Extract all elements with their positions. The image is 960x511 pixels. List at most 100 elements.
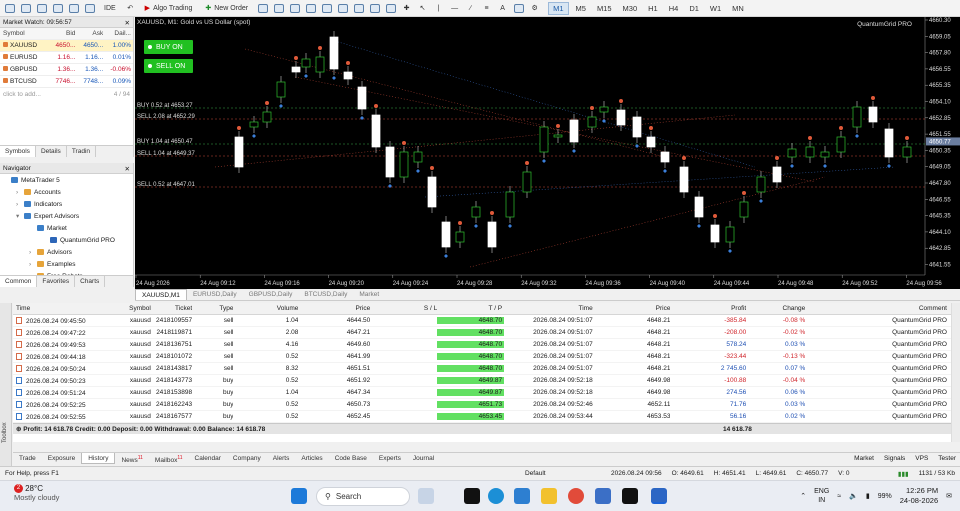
table-row[interactable]: 2026.08.24 09:44:18 xauusd 2418101072 sell 0… <box>13 351 951 363</box>
column-header[interactable]: Symbol <box>109 305 151 312</box>
vertical-line-icon[interactable]: | <box>432 2 445 15</box>
new-order-button[interactable]: ✚ New Order <box>200 2 253 15</box>
task-view-icon[interactable] <box>464 488 480 504</box>
column-header[interactable]: Time <box>13 305 109 312</box>
column-header[interactable]: Time <box>504 305 593 312</box>
timeframe-m1[interactable]: M1 <box>548 1 569 15</box>
timeframe-h4[interactable]: H4 <box>665 2 683 15</box>
toolbox-tab[interactable]: Calendar <box>189 453 227 464</box>
table-row[interactable]: 2026.08.24 09:47:22 xauusd 2418119871 sell 2… <box>13 327 951 339</box>
navigator-item[interactable]: › Indicators <box>0 198 133 210</box>
toolbox-right-link[interactable]: VPS <box>915 455 928 462</box>
navigator-item[interactable]: › Examples <box>0 258 133 270</box>
profiles-icon[interactable] <box>19 2 32 15</box>
table-row[interactable]: 2026.08.24 09:51:24 xauusd 2418153898 buy 1.… <box>13 387 951 399</box>
metatrader-icon[interactable] <box>651 488 667 504</box>
chart-tab[interactable]: BTCUSD,Daily <box>298 289 353 300</box>
trend-line-icon[interactable]: ∕ <box>464 2 477 15</box>
search-box[interactable]: ⚲ Search <box>316 487 410 506</box>
table-scrollbar[interactable] <box>951 303 960 442</box>
col-daily[interactable]: Dail... <box>103 30 133 37</box>
navigator-item[interactable]: › Accounts <box>0 186 133 198</box>
column-header[interactable]: T / P <box>437 305 504 312</box>
market-watch-row[interactable]: GBPUSD 1.36... 1.36... -0.06% <box>0 64 133 76</box>
new-chart-icon[interactable] <box>3 2 16 15</box>
timeframe-m30[interactable]: M30 <box>619 2 642 15</box>
start-icon[interactable] <box>291 488 307 504</box>
timeframe-w1[interactable]: W1 <box>706 2 725 15</box>
chart-tab[interactable]: GBPUSD,Daily <box>243 289 299 300</box>
tab-symbols[interactable]: Symbols <box>0 146 36 157</box>
undo-icon[interactable]: ↶ <box>124 2 137 15</box>
shapes-icon[interactable] <box>512 2 525 15</box>
battery-icon[interactable]: ▮ <box>866 492 870 500</box>
cursor-icon[interactable]: ↖ <box>416 2 429 15</box>
tradingview-icon[interactable] <box>622 488 638 504</box>
navigator-item[interactable]: MetaTrader 5 <box>0 174 133 186</box>
sell-on-button[interactable]: SELL ON <box>144 59 193 73</box>
tab-charts[interactable]: Charts <box>75 276 106 287</box>
table-row[interactable]: 2026.08.24 09:49:53 xauusd 2418136751 sell 4… <box>13 339 951 351</box>
ide-button[interactable]: IDE <box>99 2 121 15</box>
file-explorer-icon[interactable] <box>541 488 557 504</box>
status-profile[interactable]: Default <box>520 470 606 477</box>
volume-icon[interactable]: 🔈 <box>849 492 858 500</box>
crosshair-icon[interactable]: ✚ <box>400 2 413 15</box>
market-watch-row[interactable]: BTCUSD 7746... 7748... 0.09% <box>0 76 133 88</box>
edge-icon[interactable] <box>488 488 504 504</box>
chart-canvas[interactable]: 4660.30 4659.05 4657.80 4656.55 4655.35 4654.… <box>135 17 960 289</box>
toolbox-tab[interactable]: Alerts <box>267 453 296 464</box>
strategy-tester-icon[interactable] <box>83 2 96 15</box>
navigator-item[interactable]: QuantumGrid PRO <box>0 234 133 246</box>
timeframe-h1[interactable]: H1 <box>644 2 662 15</box>
tab-trading[interactable]: Tradin <box>67 146 96 157</box>
toolbox-right-link[interactable]: Market <box>854 455 874 462</box>
toolbox-tab[interactable]: News11 <box>115 453 148 464</box>
fibonacci-icon[interactable]: ≡ <box>480 2 493 15</box>
table-row[interactable]: 2026.08.24 09:50:24 xauusd 2418143817 sell 8… <box>13 363 951 375</box>
column-header[interactable]: Type <box>192 305 233 312</box>
weather-widget[interactable]: 2 28°C Mostly cloudy <box>14 484 59 502</box>
toolbox-right-link[interactable]: Tester <box>938 455 956 462</box>
column-header[interactable]: Ticket <box>151 305 192 312</box>
text-icon[interactable]: A <box>496 2 509 15</box>
column-header[interactable]: Price <box>593 305 671 312</box>
chart-tab[interactable]: XAUUSD,M1 <box>135 289 187 300</box>
chrome-icon[interactable] <box>568 488 584 504</box>
navigator-item[interactable]: Market <box>0 222 133 234</box>
column-header[interactable]: S / L <box>370 305 437 312</box>
clock[interactable]: 12:26 PM 24-08-2026 <box>900 486 938 506</box>
timeframe-mn[interactable]: MN <box>728 2 748 15</box>
close-icon[interactable]: ✕ <box>125 19 130 27</box>
expand-icon[interactable]: ▾ <box>16 212 24 220</box>
toolbox-right-link[interactable]: Signals <box>884 455 905 462</box>
tile-icon[interactable] <box>384 2 397 15</box>
add-symbol-row[interactable]: click to add... 4 / 94 <box>0 88 133 100</box>
tray-chevron-icon[interactable]: ⌃ <box>800 492 806 500</box>
toolbox-tab[interactable]: Exposure <box>42 453 81 464</box>
zoom-out-icon[interactable] <box>368 2 381 15</box>
teams-icon[interactable] <box>514 488 530 504</box>
toolbox-tab[interactable]: Experts <box>373 453 407 464</box>
settings-icon[interactable]: ⚙ <box>528 2 541 15</box>
column-header[interactable]: Comment <box>805 305 951 312</box>
store-icon[interactable] <box>595 488 611 504</box>
toolbox-tab[interactable]: Trade <box>13 453 42 464</box>
column-header[interactable]: Price <box>298 305 370 312</box>
table-row[interactable]: 2026.08.24 09:52:25 xauusd 2418162243 buy 0.… <box>13 399 951 411</box>
col-ask[interactable]: Ask <box>75 30 103 37</box>
toolbox-sidebar[interactable]: Toolbox <box>0 303 12 466</box>
expand-icon[interactable]: › <box>16 189 24 196</box>
tab-details[interactable]: Details <box>36 146 67 157</box>
timeframe-m5[interactable]: M5 <box>572 2 590 15</box>
timeframe-d1[interactable]: D1 <box>685 2 703 15</box>
candle-chart-icon[interactable] <box>320 2 333 15</box>
market-watch-row[interactable]: XAUUSD 4650... 4650... 1.00% <box>0 40 133 52</box>
table-row[interactable]: 2026.08.24 09:45:50 xauusd 2418109557 sell 1… <box>13 315 951 327</box>
table-row[interactable]: 2026.08.24 09:52:55 xauusd 2418167577 buy 0.… <box>13 411 951 423</box>
tab-common[interactable]: Common <box>0 276 38 287</box>
terminal-icon[interactable] <box>67 2 80 15</box>
expand-icon[interactable]: › <box>29 261 37 268</box>
expand-icon[interactable]: › <box>29 249 37 256</box>
chart-tab[interactable]: Market <box>353 289 385 300</box>
